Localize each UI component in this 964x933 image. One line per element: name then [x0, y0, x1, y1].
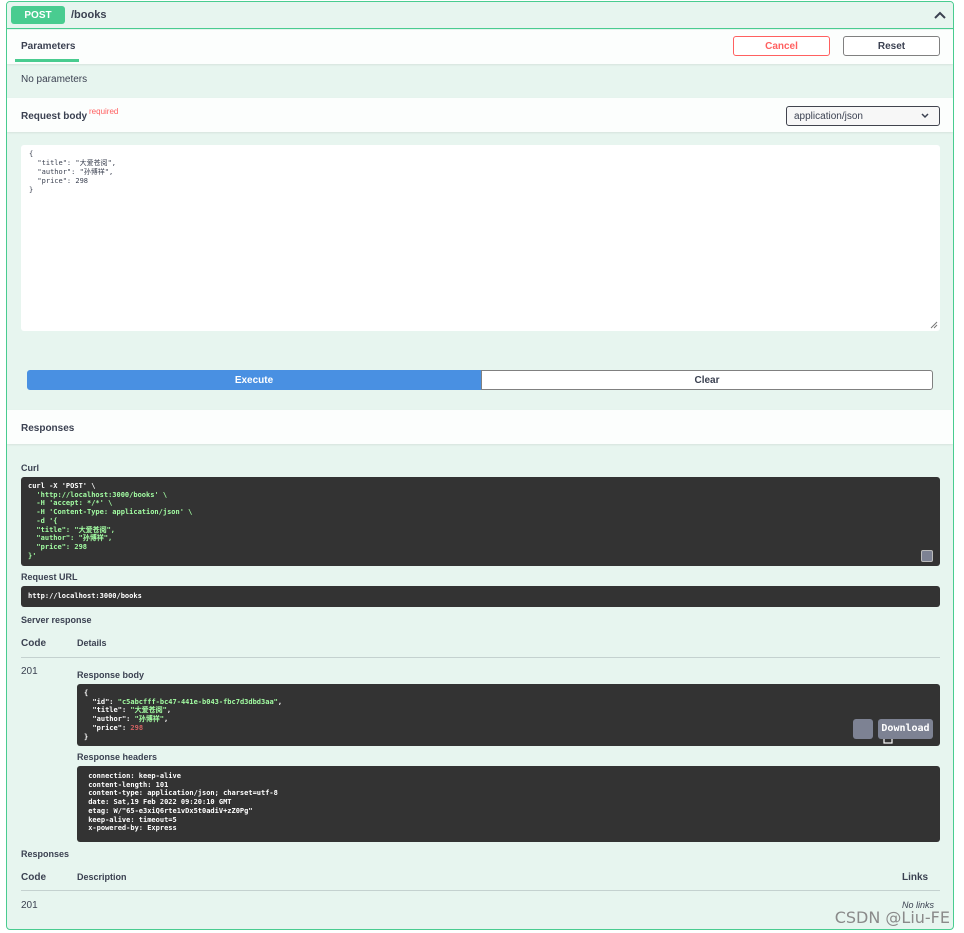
json-key: "price": [92, 723, 122, 732]
description-header: Description: [77, 872, 127, 882]
request-body-editor[interactable]: { "title": "大爱苍阅", "author": "孙博祥", "pri…: [21, 145, 940, 331]
json-number: 298: [130, 723, 144, 732]
operation-header[interactable]: POST /books: [7, 2, 953, 29]
curl-line: "title": "大爱苍阅",: [28, 525, 116, 534]
request-url-label: Request URL: [21, 572, 78, 582]
responses-code-header: Code: [21, 872, 46, 883]
curl-line: "price": 298: [28, 542, 88, 551]
reset-button[interactable]: Reset: [843, 36, 940, 56]
divider: [21, 657, 940, 658]
curl-line: -H 'Content-Type: application/json' \: [28, 508, 193, 517]
responses-bar: Responses: [7, 410, 953, 444]
response-headers-block: connection: keep-alive content-length: 1…: [77, 766, 940, 842]
chevron-down-icon: [921, 113, 929, 119]
body-line: }: [29, 186, 34, 194]
request-body-bar: Request body required application/json: [7, 98, 953, 132]
body-line: "price": 298: [29, 177, 89, 185]
responses-table-title: Responses: [21, 849, 70, 859]
divider: [21, 890, 940, 891]
request-body-label: Request body: [21, 111, 88, 122]
content-type-select[interactable]: application/json: [786, 106, 940, 126]
header-line: content-length: 101: [84, 780, 173, 789]
response-code: 201: [21, 900, 38, 911]
response-headers-label: Response headers: [77, 752, 158, 762]
json-string: "大爱苍阅": [130, 706, 167, 715]
server-response-label: Server response: [21, 615, 92, 625]
tab-parameters[interactable]: Parameters: [21, 41, 75, 52]
curl-line: curl -X 'POST' \: [28, 482, 96, 490]
body-line: {: [29, 150, 34, 158]
copy-response-button[interactable]: [853, 719, 893, 744]
responses-title: Responses: [21, 423, 75, 434]
response-body-block: { "id": "c5abcfff-bc47-441e-b043-fbc7d3d…: [77, 684, 940, 746]
header-line: content-type: application/json; charset=…: [84, 789, 283, 798]
details-header: Details: [77, 638, 107, 648]
no-parameters-text: No parameters: [21, 74, 88, 85]
curl-block: curl -X 'POST' \ 'http://localhost:3000/…: [21, 477, 940, 566]
curl-line: 'http://localhost:3000/books' \: [28, 490, 168, 499]
download-button[interactable]: Download: [878, 719, 933, 739]
curl-line: }': [28, 551, 37, 560]
content-type-value: application/json: [794, 110, 863, 122]
curl-label: Curl: [21, 463, 39, 473]
body-line: "author": "孙博祥",: [29, 168, 114, 176]
curl-line: -H 'accept: */*' \: [28, 499, 113, 508]
operation-path: /books: [71, 9, 107, 21]
code-header: Code: [21, 638, 46, 649]
required-marker: required: [89, 107, 119, 116]
json-key: "author": [92, 715, 127, 724]
curl-line: "author": "孙博祥",: [28, 534, 113, 543]
resize-grip-icon[interactable]: [930, 321, 938, 329]
header-line: date: Sat,19 Feb 2022 09:20:10 GMT: [84, 798, 236, 807]
execute-button[interactable]: Execute: [27, 370, 481, 390]
curl-line: -d '{: [28, 516, 58, 525]
parameters-bar: Parameters Cancel Reset: [7, 30, 953, 64]
body-line: "title": "大爱苍阅",: [29, 159, 117, 167]
json-string: "孙博祥": [134, 715, 165, 724]
links-header: Links: [902, 872, 929, 883]
json-string: "c5abcfff-bc47-441e-b043-fbc7d3dbd3aa": [117, 697, 278, 706]
header-line: x-powered-by: Express: [84, 824, 181, 833]
chevron-up-icon[interactable]: [933, 8, 947, 22]
watermark: CSDN @Liu-FE: [834, 908, 950, 927]
response-body-label: Response body: [77, 670, 145, 680]
json-key: "id": [92, 697, 110, 706]
header-line: keep-alive: timeout=5: [84, 815, 181, 824]
clear-button[interactable]: Clear: [481, 370, 933, 390]
method-badge: POST: [11, 6, 65, 24]
request-url-block: http://localhost:3000/books: [21, 586, 940, 607]
tab-active-underline: [15, 59, 79, 62]
header-line: etag: W/"65-e3xiQ6rte1vDx5t0adiV+zZ0Pg": [84, 806, 257, 815]
cancel-button[interactable]: Cancel: [733, 36, 830, 56]
header-line: connection: keep-alive: [84, 772, 186, 780]
request-url-value: http://localhost:3000/books: [28, 592, 142, 600]
execute-clear-group: Execute Clear: [27, 370, 933, 390]
json-key: "title": [92, 706, 122, 715]
status-code: 201: [21, 666, 38, 677]
operation-block: POST /books Parameters Cancel Reset No p…: [6, 1, 954, 930]
copy-to-clipboard-icon[interactable]: [921, 550, 933, 562]
